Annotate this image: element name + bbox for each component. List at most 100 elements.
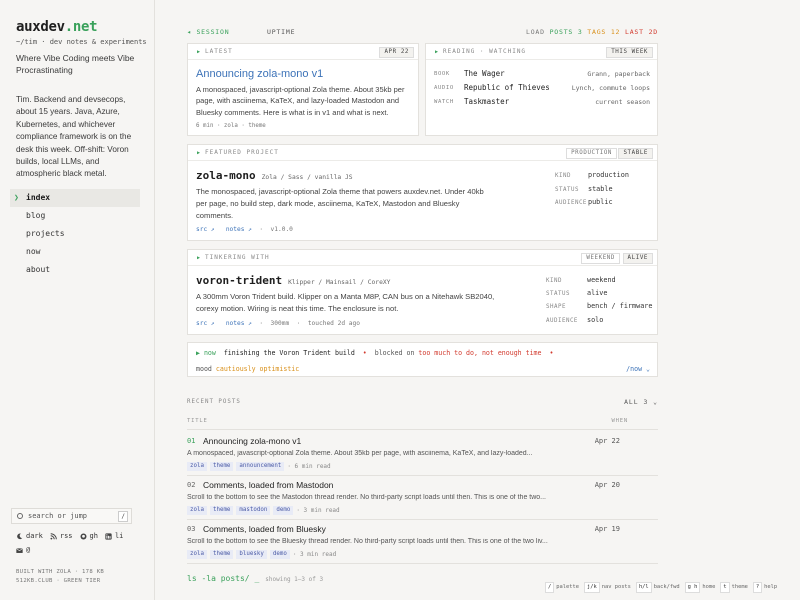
nav-item-projects[interactable]: projects xyxy=(10,225,140,243)
post-title[interactable]: Comments, loaded from Mastodon xyxy=(203,480,333,490)
src-link[interactable]: src ↗ xyxy=(196,320,215,327)
tag-chip[interactable]: zola xyxy=(187,506,207,515)
tagline-mono: ~/tim · dev notes & experiments xyxy=(16,38,147,46)
shortcut-theme[interactable]: t theme xyxy=(720,581,748,593)
project-links: src ↗ notes ↗ · 300mm · touched 2d ago xyxy=(196,320,360,327)
recent-posts-header: RECENT POSTS ALL 3 ⌄ xyxy=(187,398,658,406)
project-size: 300mm xyxy=(270,320,290,327)
reading-row-book: BOOK The Wager Grann, paperback xyxy=(434,69,650,81)
email-link[interactable]: @ xyxy=(16,546,30,554)
tag-chip[interactable]: theme xyxy=(209,506,234,515)
nav-item-label: now xyxy=(26,247,41,256)
dark-mode-toggle[interactable]: dark xyxy=(16,532,43,540)
post-title[interactable]: Comments, loaded from Bluesky xyxy=(203,524,326,534)
social-links: dark rss gh li xyxy=(16,532,123,540)
tag-chip[interactable]: demo xyxy=(273,506,294,515)
linkedin-icon xyxy=(105,532,112,540)
nav-item-now[interactable]: now xyxy=(10,243,140,261)
nav-item-blog[interactable]: blog xyxy=(10,207,140,225)
post-tags: zola theme bluesky demo · 3 min read xyxy=(187,550,336,559)
ls-cursor: _ xyxy=(254,574,260,583)
tag-chip[interactable]: announcement xyxy=(236,462,285,471)
kv-value: alive xyxy=(587,289,608,297)
post-row[interactable]: 01 Announcing zola-mono v1 Apr 22 A mono… xyxy=(187,432,658,476)
session-label: SESSION xyxy=(196,28,230,36)
tag-chip[interactable]: zola xyxy=(187,550,207,559)
post-number: 03 xyxy=(187,525,196,533)
kv-key: AUDIENCE xyxy=(555,200,587,206)
dark-label: dark xyxy=(26,532,43,540)
ls-command: ls -la posts/ xyxy=(187,574,250,583)
linkedin-link[interactable]: li xyxy=(105,532,123,540)
tag-chip[interactable]: demo xyxy=(269,550,290,559)
now-page-link[interactable]: /now ⌄ xyxy=(626,365,650,373)
row-kind: WATCH xyxy=(434,99,454,105)
rss-icon xyxy=(50,532,57,540)
tag-chip[interactable]: bluesky xyxy=(236,550,267,559)
github-link[interactable]: gh xyxy=(80,532,98,540)
all-posts-dropdown[interactable]: ALL 3 ⌄ xyxy=(624,398,658,406)
tag-chip[interactable]: theme xyxy=(209,550,234,559)
shortcut-nav-posts[interactable]: j/k nav posts xyxy=(583,581,631,593)
linkedin-label: li xyxy=(114,532,124,540)
logo-tld: .net xyxy=(64,19,98,35)
reading-row-audio: AUDIO Republic of Thieves Lynch, commute l… xyxy=(434,83,650,95)
shortcut-label: home xyxy=(702,584,716,590)
built-line-1: BUILT WITH ZOLA · 178 KB xyxy=(16,569,105,575)
shortcut-key: t xyxy=(720,581,730,593)
moon-icon xyxy=(17,533,23,539)
post-number: 02 xyxy=(187,481,196,489)
post-desc: Scroll to the bottom to see the Mastodon… xyxy=(187,494,547,501)
col-when: WHEN xyxy=(611,418,628,424)
recent-posts-columns: TITLE WHEN xyxy=(187,418,658,430)
triangle-right-icon: ▶ xyxy=(197,49,202,55)
alive-badge: ALIVE xyxy=(622,253,653,264)
project-stack: Zola / Sass / vanilla JS xyxy=(261,174,353,181)
latest-post-link[interactable]: Announcing zola-mono v1 xyxy=(196,68,323,80)
search-placeholder: search or jump xyxy=(28,512,88,520)
kv-key: SHAPE xyxy=(546,304,566,310)
row-title: The Wager xyxy=(464,69,505,78)
project-name-text: zola-mono xyxy=(196,169,256,182)
nav-item-about[interactable]: about xyxy=(10,261,140,279)
src-link[interactable]: src ↗ xyxy=(196,226,215,233)
shortcut-help[interactable]: ? help xyxy=(752,581,777,593)
load-label: LOAD xyxy=(525,28,545,36)
shortcut-back-fwd[interactable]: h/l back/fwd xyxy=(635,581,680,593)
post-date: Apr 22 xyxy=(594,437,620,445)
kv-value: production xyxy=(588,171,629,179)
project-links: src ↗ notes ↗ · v1.0.0 xyxy=(196,226,293,233)
showing-count: showing 1–3 of 3 xyxy=(265,576,324,583)
post-row[interactable]: 03 Comments, loaded from Bluesky Apr 19 … xyxy=(187,520,658,564)
rss-link[interactable]: rss xyxy=(50,532,73,540)
notes-link[interactable]: notes ↗ xyxy=(226,226,252,233)
notes-link[interactable]: notes ↗ xyxy=(226,320,252,327)
shortcut-palette[interactable]: / palette xyxy=(545,581,579,593)
project-name-text: voron-trident xyxy=(196,274,283,287)
post-row[interactable]: 02 Comments, loaded from Mastodon Apr 20… xyxy=(187,476,658,520)
kv-key: KIND xyxy=(546,278,562,284)
post-title[interactable]: Announcing zola-mono v1 xyxy=(203,436,301,446)
shortcut-label: theme xyxy=(731,584,748,590)
card-header-label: TINKERING WITH xyxy=(205,254,270,261)
kv-key: STATUS xyxy=(546,291,570,297)
shortcut-home[interactable]: g h home xyxy=(684,581,716,593)
shortcut-label: palette xyxy=(556,584,579,590)
post-date: Apr 19 xyxy=(594,525,620,533)
site-logo[interactable]: auxdev.net xyxy=(16,19,98,35)
tag-chip[interactable]: mastodon xyxy=(236,506,271,515)
nav-item-index[interactable]: ❯ index xyxy=(10,189,140,207)
tag-chip[interactable]: zola xyxy=(187,462,207,471)
kv-audience: AUDIENCEpublic xyxy=(555,198,613,206)
latest-post-meta: 6 min · zola · theme xyxy=(196,123,266,129)
search-input[interactable]: search or jump / xyxy=(11,508,132,524)
kv-kind: KIND production xyxy=(555,171,629,179)
kv-shape: SHAPE bench / firmware xyxy=(546,302,652,310)
last-updated: LAST 2D xyxy=(625,28,658,36)
logo-base: auxdev xyxy=(16,19,65,35)
main-content: ◂ SESSION UPTIME LOAD POSTS 3 TAGS 12 LA… xyxy=(187,0,658,600)
kv-kind: KIND weekend xyxy=(546,276,616,284)
kv-value: stable xyxy=(588,185,613,193)
tag-chip[interactable]: theme xyxy=(209,462,234,471)
built-with-footer: BUILT WITH ZOLA · 178 KB 512KB.CLUB · GR… xyxy=(16,568,104,586)
